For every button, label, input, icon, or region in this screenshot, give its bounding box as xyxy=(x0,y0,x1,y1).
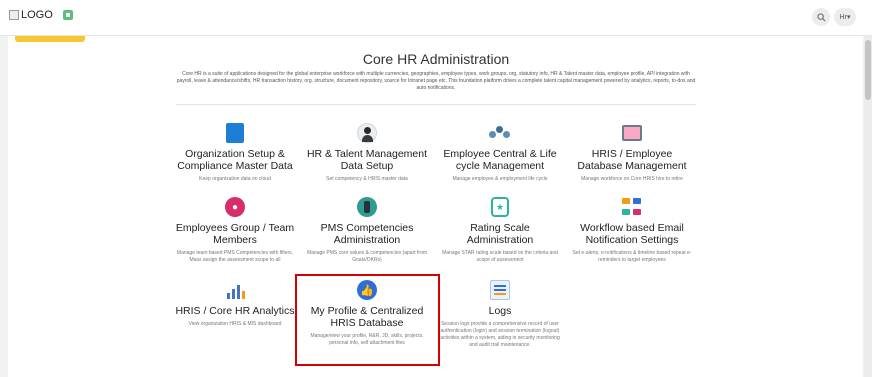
rating-icon: ★ xyxy=(489,196,511,218)
logs-icon xyxy=(489,279,511,301)
yellow-tab[interactable] xyxy=(15,36,85,42)
tile-description: Manage team based PMS Competencies with … xyxy=(176,250,294,263)
page-title: Core HR Administration xyxy=(362,51,510,67)
competency-icon xyxy=(356,196,378,218)
selection-highlight xyxy=(295,274,440,366)
tile-description: Manage PMS core values & competencies (a… xyxy=(306,250,428,263)
chevron-down-icon: ▾ xyxy=(846,14,851,21)
top-bar: LOGO Hr ▾ xyxy=(0,0,872,36)
tile-title: Organization Setup & Compliance Master D… xyxy=(177,148,293,172)
team-icon: ● xyxy=(224,196,246,218)
tile-description: Session logs provide a comprehensive rec… xyxy=(440,321,560,348)
tile-hris-analytics[interactable]: HRIS / Core HR Analytics View organizati… xyxy=(172,279,298,328)
monitor-icon xyxy=(621,122,643,144)
tile-title: HRIS / Core HR Analytics xyxy=(175,305,295,317)
tile-logs[interactable]: Logs Session logs provide a comprehensiv… xyxy=(437,279,563,349)
tile-title: Workflow based Email Notification Settin… xyxy=(580,222,684,246)
group-icon xyxy=(489,122,511,144)
building-icon xyxy=(224,122,246,144)
tile-description: View organization HRIS & MIS dashboard xyxy=(188,321,282,327)
user-menu-button[interactable]: Hr ▾ xyxy=(834,8,856,26)
tile-workflow-notifications[interactable]: Workflow based Email Notification Settin… xyxy=(569,196,695,264)
broken-image-icon xyxy=(9,10,19,20)
scrollbar-thumb[interactable] xyxy=(865,40,871,100)
tile-title: Employee Central & Life cycle Management xyxy=(443,148,557,172)
user-label: Hr xyxy=(839,13,847,21)
tile-title: PMS Competencies Administration xyxy=(320,222,414,246)
logo[interactable]: LOGO xyxy=(9,9,53,21)
tile-description: Set e-alerts, e-notifications & timeline… xyxy=(572,250,692,263)
tile-description: Manage workforce on Core HRIS hire to re… xyxy=(581,176,683,182)
tile-rating-scale[interactable]: ★ Rating Scale Administration Manage STA… xyxy=(437,196,563,264)
tile-description: Manage employee & employment life cycle xyxy=(452,176,548,182)
search-button[interactable] xyxy=(812,8,830,26)
tile-organization-setup[interactable]: Organization Setup & Compliance Master D… xyxy=(172,122,298,183)
logo-text: LOGO xyxy=(21,9,53,21)
search-icon xyxy=(816,12,826,22)
tile-pms-competencies[interactable]: PMS Competencies Administration Manage P… xyxy=(304,196,430,264)
tile-title: HRIS / Employee Database Management xyxy=(577,148,687,172)
tile-title: Logs xyxy=(488,305,512,317)
person-icon xyxy=(356,122,378,144)
analytics-icon xyxy=(224,279,246,301)
tile-title: HR & Talent Management Data Setup xyxy=(306,148,428,172)
workflow-icon xyxy=(621,196,643,218)
tile-description: Manage STAR rating scale based on the cr… xyxy=(442,250,558,263)
tile-title: Rating Scale Administration xyxy=(466,222,534,246)
tile-employees-group[interactable]: ● Employees Group / Team Members Manage … xyxy=(172,196,298,264)
home-icon[interactable] xyxy=(63,10,73,20)
divider xyxy=(176,104,696,105)
tile-description: Set competency & HRIS master data xyxy=(326,176,408,182)
tile-description: Keep organization data on cloud xyxy=(199,176,271,182)
page-description: Core HR is a suite of applications desig… xyxy=(176,71,696,91)
tile-employee-central[interactable]: Employee Central & Life cycle Management… xyxy=(437,122,563,183)
tile-hr-talent-setup[interactable]: HR & Talent Management Data Setup Set co… xyxy=(304,122,430,183)
tile-hris-database[interactable]: HRIS / Employee Database Management Mana… xyxy=(569,122,695,183)
tile-title: Employees Group / Team Members xyxy=(175,222,295,246)
